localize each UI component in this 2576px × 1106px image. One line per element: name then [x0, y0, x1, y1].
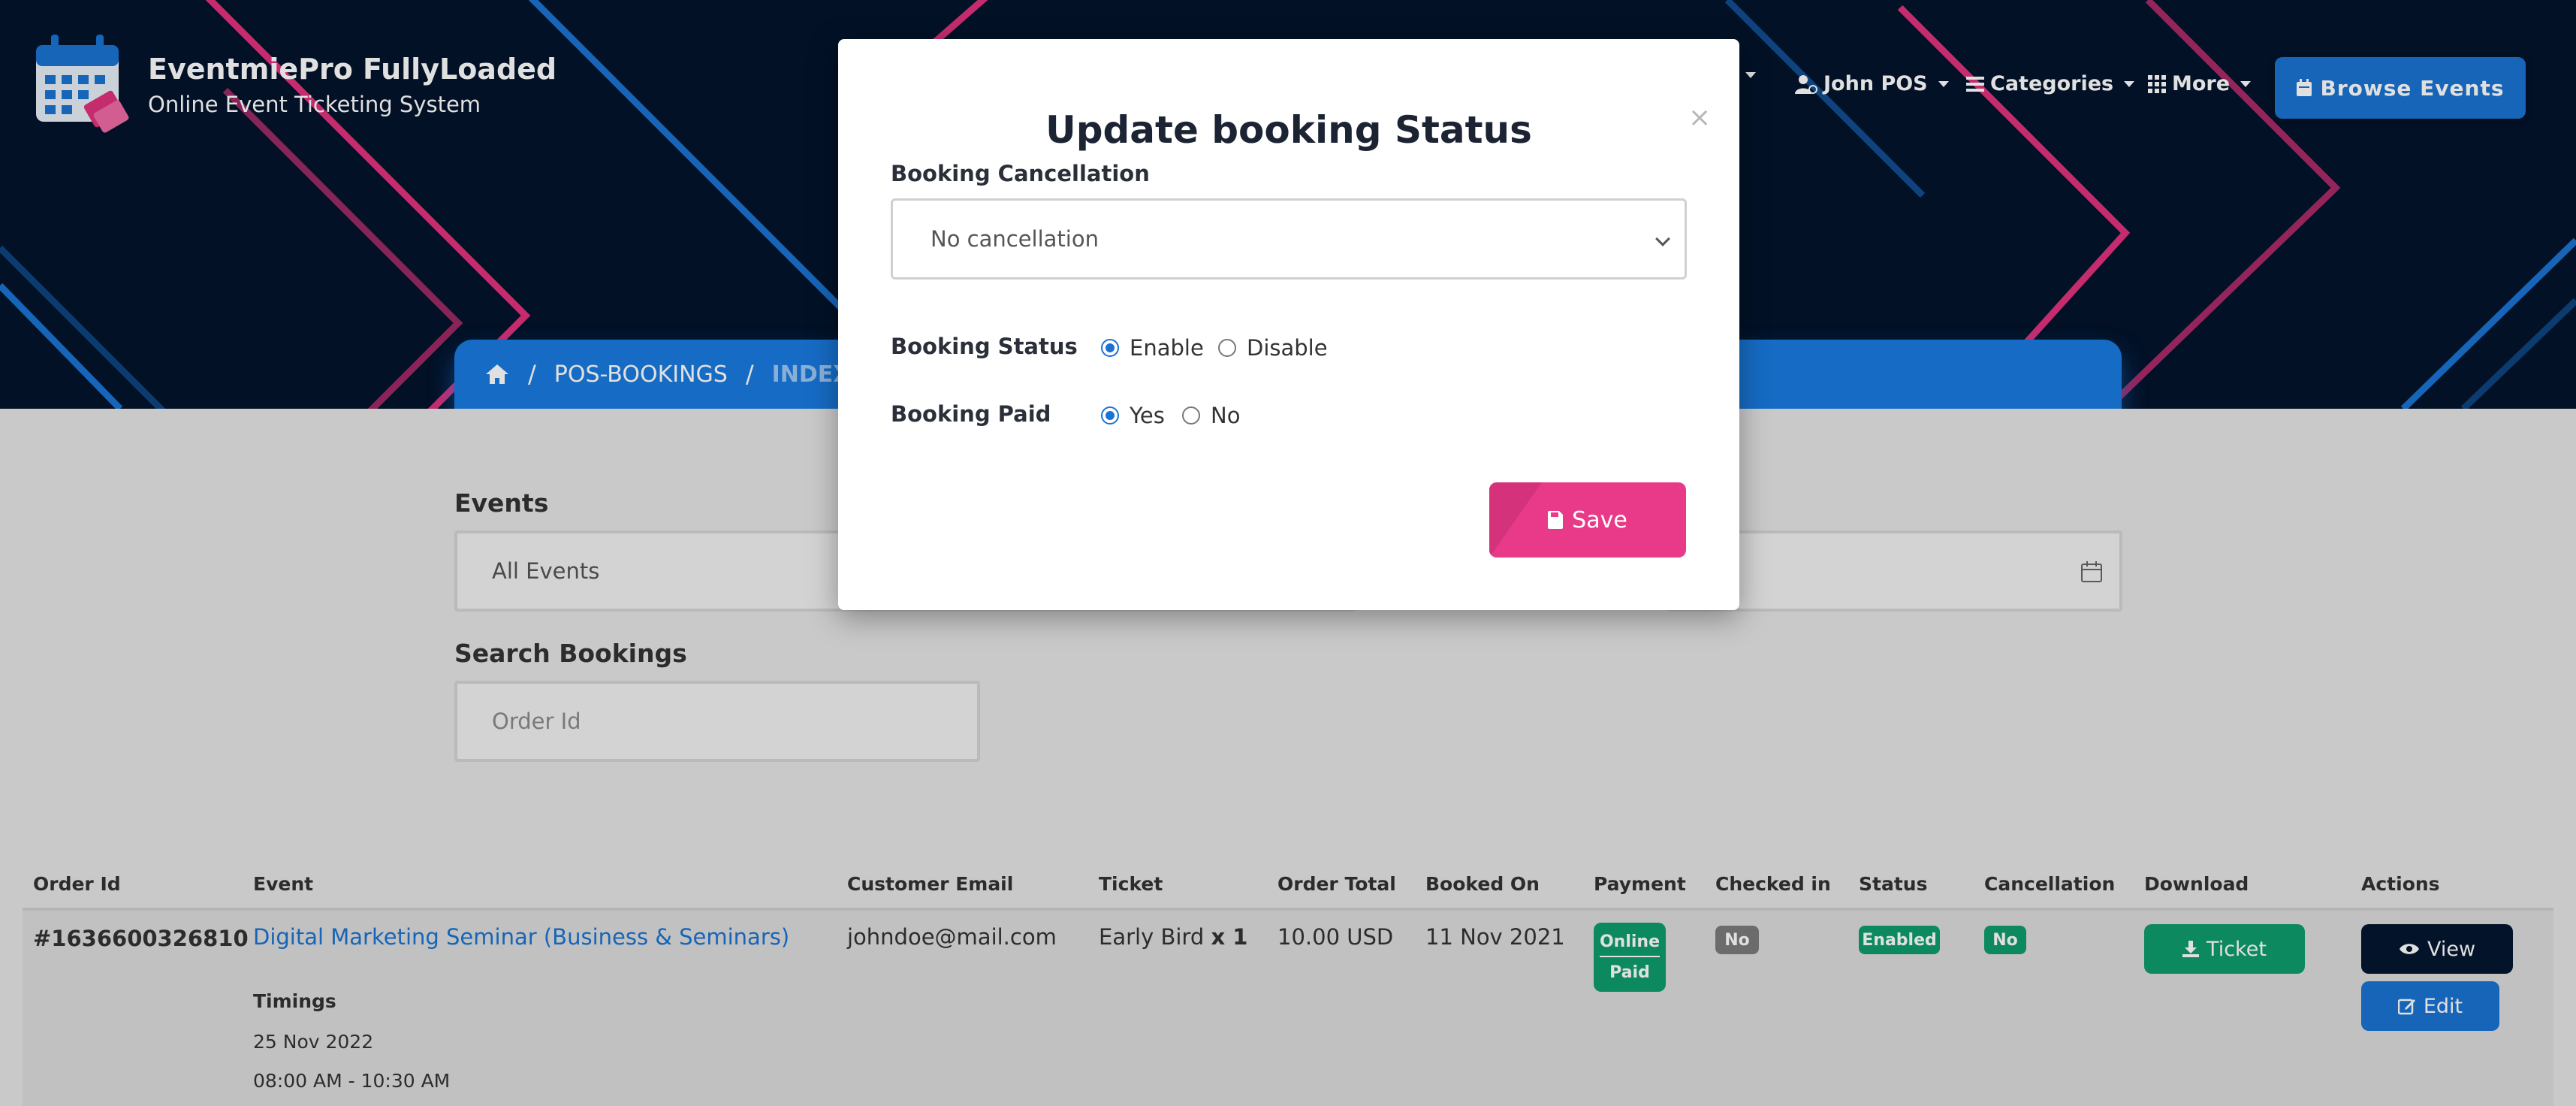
radio-unselected-icon[interactable]	[1218, 339, 1236, 357]
close-icon[interactable]: ×	[1688, 102, 1711, 133]
save-icon	[1548, 511, 1564, 529]
save-label: Save	[1572, 506, 1627, 533]
status-disable-label: Disable	[1247, 335, 1328, 361]
paid-no-label: No	[1211, 403, 1241, 428]
chevron-down-icon	[1655, 231, 1670, 246]
booking-paid-label: Booking Paid	[891, 401, 1051, 427]
paid-yes-radio[interactable]: Yes	[1101, 403, 1165, 428]
booking-status-label: Booking Status	[891, 334, 1078, 359]
booking-cancellation-value: No cancellation	[931, 226, 1099, 252]
booking-cancellation-label: Booking Cancellation	[891, 161, 1150, 186]
save-button[interactable]: Save	[1489, 482, 1686, 558]
radio-selected-icon[interactable]	[1101, 406, 1119, 425]
radio-selected-icon[interactable]	[1101, 339, 1119, 357]
status-enable-label: Enable	[1130, 335, 1204, 361]
status-disable-radio[interactable]: Disable	[1218, 335, 1328, 361]
paid-yes-label: Yes	[1130, 403, 1165, 428]
paid-no-radio[interactable]: No	[1182, 403, 1240, 428]
modal-title: Update booking Status	[1045, 108, 1532, 152]
update-booking-status-modal: Update booking Status × Booking Cancella…	[838, 39, 1739, 610]
booking-cancellation-select[interactable]: No cancellation	[891, 198, 1687, 280]
button-shade	[1489, 482, 1542, 558]
status-enable-radio[interactable]: Enable	[1101, 335, 1204, 361]
radio-unselected-icon[interactable]	[1182, 406, 1200, 425]
